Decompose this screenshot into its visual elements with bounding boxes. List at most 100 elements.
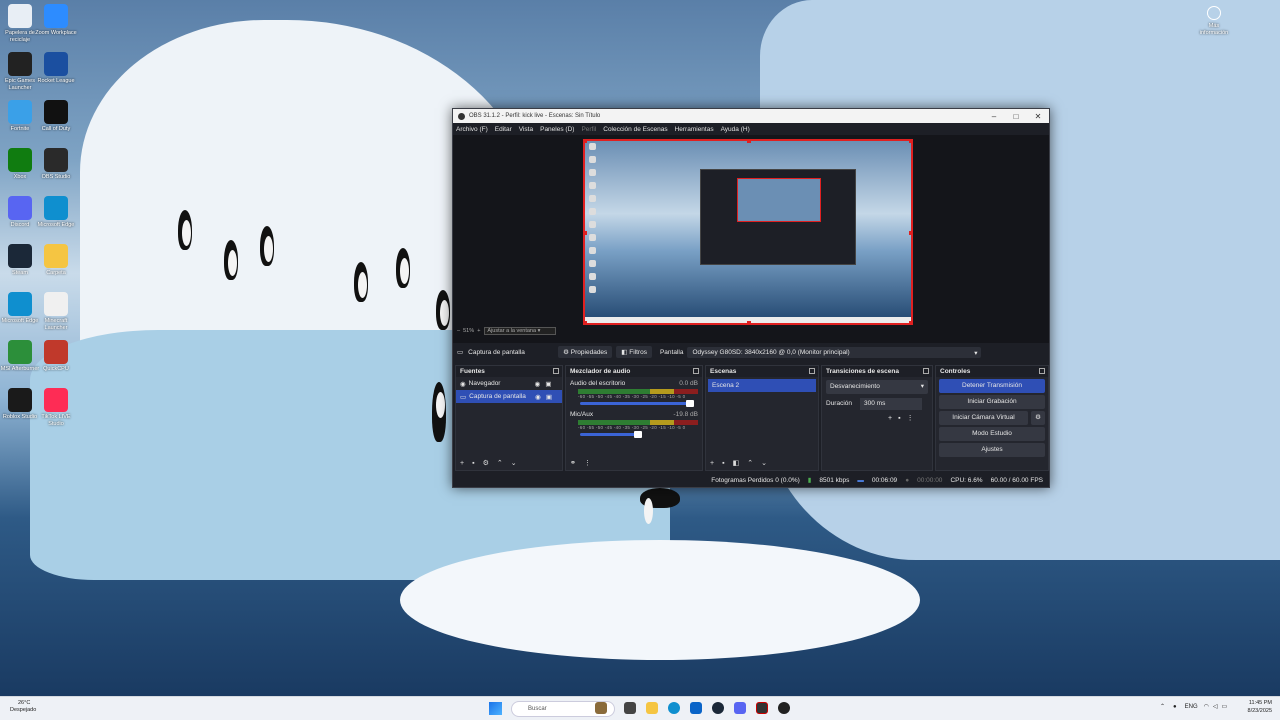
lock-icon[interactable]: ▣ [545, 380, 551, 388]
more-icon[interactable]: ⋮ [584, 459, 591, 467]
obs-taskbar-icon[interactable] [756, 702, 768, 714]
popout-icon[interactable] [693, 368, 699, 374]
start-button[interactable] [489, 702, 502, 715]
desktop-icon[interactable]: Rocket League [36, 52, 76, 98]
filters-button[interactable]: ◧ Filtros [616, 346, 652, 358]
menu-item[interactable]: Editar [495, 126, 512, 133]
preview-area[interactable]: – 51% + Ajustar a la ventana ▾ [453, 135, 1049, 343]
resize-handle[interactable] [585, 231, 587, 235]
task-view-icon[interactable] [624, 702, 636, 714]
more-icon[interactable]: ⋮ [907, 415, 920, 422]
menu-item[interactable]: Ayuda (H) [721, 126, 750, 133]
up-icon[interactable]: ⌃ [497, 459, 503, 467]
source-item[interactable]: ◉ Navegador ◉ ▣ [456, 377, 562, 390]
desktop-icon[interactable]: Microsoft Edge [0, 292, 40, 338]
trash-icon[interactable]: ▪ [898, 415, 906, 422]
mic-icon[interactable]: ● [1173, 704, 1177, 710]
discord-icon[interactable] [734, 702, 746, 714]
add-icon[interactable]: + [888, 415, 898, 422]
wifi-icon[interactable]: ◠ [1204, 703, 1209, 710]
eye-icon[interactable]: ◉ [535, 393, 541, 401]
more-info-widget[interactable]: Más información [1196, 6, 1232, 37]
zoom-select[interactable]: Ajustar a la ventana ▾ [484, 327, 557, 335]
start-virtual-camera-button[interactable]: Iniciar Cámara Virtual [939, 411, 1028, 425]
start-recording-button[interactable]: Iniciar Grabación [939, 395, 1045, 409]
up-icon[interactable]: ⌃ [747, 459, 753, 467]
edge-icon[interactable] [668, 702, 680, 714]
volume-slider[interactable] [580, 400, 694, 407]
filter-icon[interactable]: ◧ [733, 459, 740, 467]
desktop-icon[interactable]: OBS Studio [36, 148, 76, 194]
studio-mode-button[interactable]: Modo Estudio [939, 427, 1045, 441]
trash-icon[interactable]: ▪ [472, 460, 474, 467]
desktop-icon[interactable]: Call of Duty [36, 100, 76, 146]
stop-streaming-button[interactable]: Detener Transmisión [939, 379, 1045, 393]
steam-icon[interactable] [712, 702, 724, 714]
eye-icon[interactable]: ◉ [535, 380, 541, 388]
menu-item[interactable]: Colección de Escenas [603, 126, 667, 133]
popout-icon[interactable] [553, 368, 559, 374]
menu-item[interactable]: Archivo (F) [456, 126, 488, 133]
popout-icon[interactable] [809, 368, 815, 374]
resize-handle[interactable] [585, 141, 587, 143]
battery-icon[interactable]: ▭ [1222, 703, 1228, 710]
desktop-icon[interactable]: TikTok LIVE Studio [36, 388, 76, 434]
close-icon[interactable]: ✕ [1027, 112, 1049, 121]
clock[interactable]: 11:45 PM 8/23/2025 [1238, 700, 1272, 715]
menu-item[interactable]: Paneles (D) [540, 126, 574, 133]
trash-icon[interactable]: ▪ [722, 460, 724, 467]
desktop-icon[interactable]: Zoom Workplace [35, 4, 77, 50]
app-icon[interactable] [778, 702, 790, 714]
resize-handle[interactable] [909, 231, 911, 235]
settings-button[interactable]: Ajustes [939, 443, 1045, 457]
menu-item[interactable]: Herramientas [675, 126, 714, 133]
slider-knob[interactable] [634, 431, 642, 438]
maximize-icon[interactable]: □ [1005, 112, 1027, 121]
popout-icon[interactable] [923, 368, 929, 374]
desktop-icon[interactable]: MSI Afterburner [0, 340, 40, 386]
gear-icon[interactable]: ⚙ [1031, 411, 1045, 425]
gear-icon[interactable]: ⚙ [483, 459, 489, 467]
zoom-in-button[interactable]: + [474, 328, 480, 334]
desktop-icon[interactable]: QuickCPU [36, 340, 76, 386]
resize-handle[interactable] [909, 141, 911, 143]
speaker-icon[interactable]: ◁ [1213, 703, 1218, 710]
volume-slider[interactable] [580, 431, 642, 438]
duration-input[interactable]: 300 ms [860, 397, 922, 410]
menu-item[interactable]: Vista [519, 126, 533, 133]
file-explorer-icon[interactable] [646, 702, 658, 714]
weather-widget[interactable]: 26°C Despejado [10, 700, 36, 714]
desktop-icon[interactable]: Papelera de reciclaje [0, 4, 40, 50]
popout-icon[interactable] [1039, 368, 1045, 374]
obs-titlebar[interactable]: OBS 31.1.2 - Perfil: kick live - Escenas… [453, 109, 1049, 123]
slider-knob[interactable] [686, 400, 694, 407]
display-select[interactable]: Odyssey G80SD: 3840x2160 @ 0,0 (Monitor … [687, 346, 982, 358]
desktop-icon[interactable]: Carpeta [36, 244, 76, 290]
desktop-icon[interactable]: Minecraft Launcher [36, 292, 76, 338]
source-item[interactable]: ▭ Captura de pantalla ◉ ▣ [456, 390, 562, 403]
language-indicator[interactable]: ENG [1185, 704, 1198, 710]
outlook-icon[interactable] [690, 702, 702, 714]
desktop-icon[interactable]: Discord [0, 196, 40, 242]
desktop-icon[interactable]: Steam [0, 244, 40, 290]
properties-button[interactable]: ⚙ Propiedades [558, 346, 613, 358]
add-icon[interactable]: + [460, 460, 464, 467]
desktop-icon[interactable]: Microsoft Edge [36, 196, 76, 242]
down-icon[interactable]: ⌄ [511, 459, 517, 467]
add-icon[interactable]: + [710, 460, 714, 467]
menu-item[interactable]: Perfil [581, 126, 596, 133]
desktop-icon[interactable]: Epic Games Launcher [0, 52, 40, 98]
obs-window[interactable]: OBS 31.1.2 - Perfil: kick live - Escenas… [452, 108, 1050, 488]
transition-select[interactable]: Desvanecimiento ▾ [826, 380, 928, 394]
desktop-icon[interactable]: Fortnite [0, 100, 40, 146]
preview-canvas[interactable] [583, 139, 913, 325]
link-icon[interactable]: ⚭ [570, 459, 576, 467]
down-icon[interactable]: ⌄ [761, 459, 767, 467]
resize-handle[interactable] [585, 321, 587, 323]
resize-handle[interactable] [747, 321, 751, 323]
desktop-icon[interactable]: Roblox Studio [0, 388, 40, 434]
desktop-icon[interactable]: Xbox [0, 148, 40, 194]
chevron-up-icon[interactable]: ⌃ [1160, 703, 1165, 710]
resize-handle[interactable] [747, 141, 751, 143]
lock-icon[interactable]: ▣ [546, 393, 552, 401]
